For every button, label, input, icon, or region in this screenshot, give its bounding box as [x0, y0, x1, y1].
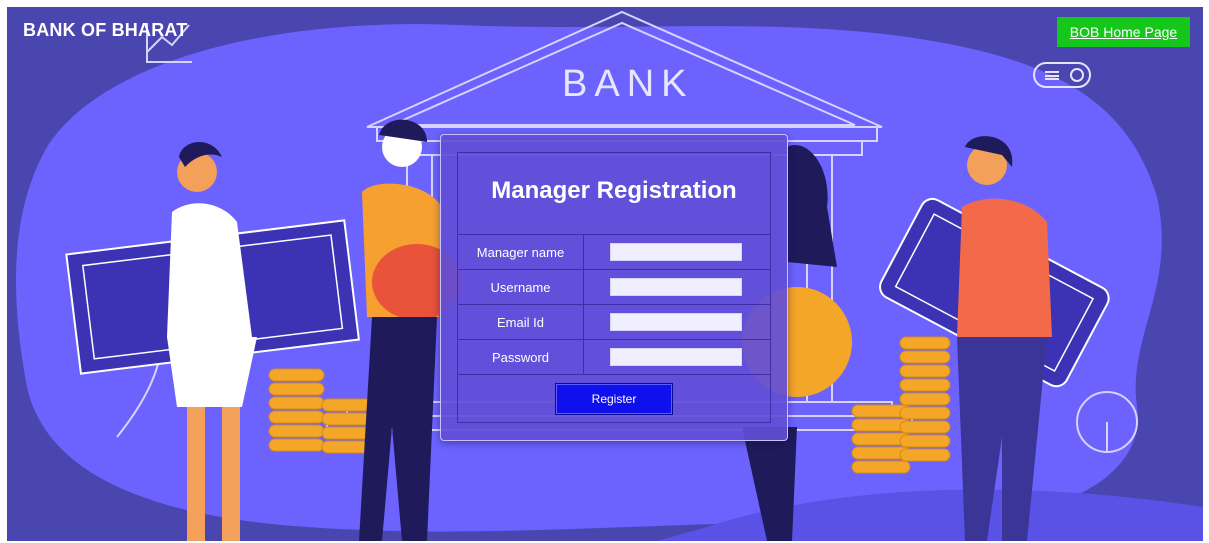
- manager-name-input[interactable]: [610, 243, 742, 261]
- manager-name-row: Manager name: [458, 234, 770, 269]
- username-input[interactable]: [610, 278, 742, 296]
- toggle-knob-icon: [1070, 68, 1084, 82]
- submit-row: Register: [458, 374, 770, 423]
- password-label: Password: [458, 340, 584, 374]
- password-row: Password: [458, 339, 770, 374]
- registration-form: Manager Registration Manager name Userna…: [457, 152, 771, 423]
- brand-logo: BANK OF BHARAT: [23, 20, 188, 40]
- username-row: Username: [458, 269, 770, 304]
- username-label: Username: [458, 270, 584, 304]
- email-row: Email Id: [458, 304, 770, 339]
- register-button[interactable]: Register: [555, 383, 673, 415]
- toggle-icon: [1033, 62, 1091, 88]
- email-input[interactable]: [610, 313, 742, 331]
- email-label: Email Id: [458, 305, 584, 339]
- form-title: Manager Registration: [491, 177, 737, 204]
- menu-lines-icon: [1045, 71, 1059, 80]
- bank-sign: BANK: [562, 63, 694, 105]
- background-illustration: BANK OF BHARAT BOB Home Page BANK Manage…: [7, 7, 1203, 541]
- password-input[interactable]: [610, 348, 742, 366]
- home-page-button[interactable]: BOB Home Page: [1057, 17, 1190, 47]
- manager-name-label: Manager name: [458, 235, 584, 269]
- registration-panel: Manager Registration Manager name Userna…: [440, 134, 788, 441]
